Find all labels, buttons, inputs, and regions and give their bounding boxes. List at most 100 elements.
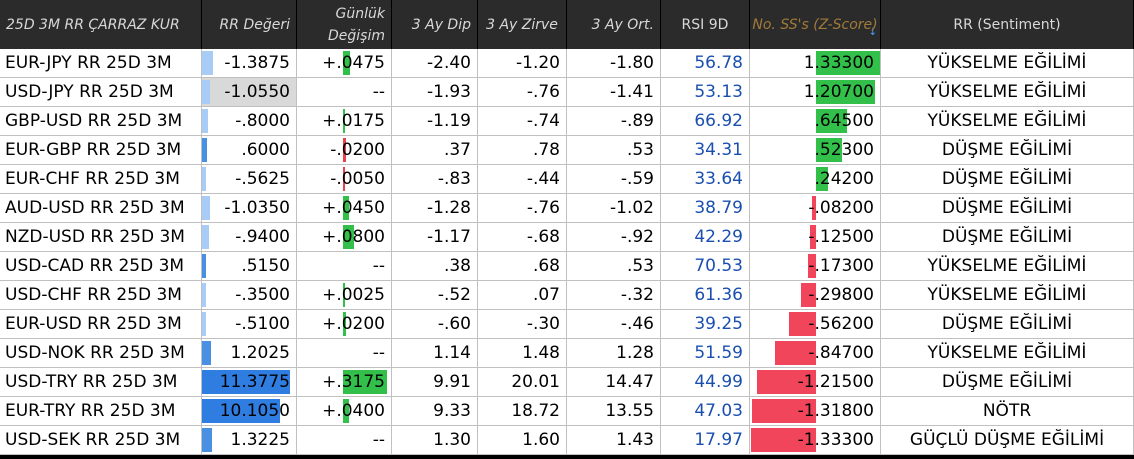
cell-pair[interactable]: EUR-JPY RR 25D 3M [0, 49, 202, 78]
cell-high-value: -.68 [526, 227, 560, 247]
cell-avg-value: 13.55 [605, 401, 654, 421]
header-sent[interactable]: RR (Sentiment) [881, 0, 1134, 49]
cell-rsi: 70.53 [661, 252, 750, 281]
header-z[interactable]: No. SS's (Z-Score) ↓ [750, 0, 881, 49]
cell-pair[interactable]: USD-CHF RR 25D 3M [0, 281, 202, 310]
cell-rr: 10.1050 [202, 397, 297, 426]
cell-low-value: 1.14 [433, 343, 471, 363]
cell-pair[interactable]: USD-JPY RR 25D 3M [0, 78, 202, 107]
cell-pair-value: USD-CAD RR 25D 3M [5, 256, 185, 276]
cell-avg: -1.02 [567, 194, 661, 223]
cell-pair[interactable]: AUD-USD RR 25D 3M [0, 194, 202, 223]
cell-sent-value: YÜKSELME EĞİLİMİ [927, 256, 1087, 276]
rr-bar [202, 341, 211, 365]
cell-pair-value: GBP-USD RR 25D 3M [5, 111, 183, 131]
cell-rr: -.8000 [202, 107, 297, 136]
cell-pair[interactable]: EUR-USD RR 25D 3M [0, 310, 202, 339]
rr-bar [202, 254, 206, 278]
header-label: 3 Ay Dip [411, 16, 471, 33]
cell-sent: DÜŞME EĞİLİMİ [881, 368, 1134, 397]
cell-avg: -1.80 [567, 49, 661, 78]
header-rsi[interactable]: RSI 9D [661, 0, 750, 49]
header-high[interactable]: 3 Ay Zirve [478, 0, 567, 49]
cell-low: -2.40 [392, 49, 478, 78]
header-label: 3 Ay Zirve [486, 16, 558, 33]
cell-sent-value: DÜŞME EĞİLİMİ [941, 314, 1073, 334]
cell-sent: YÜKSELME EĞİLİMİ [881, 49, 1134, 78]
cell-z-value: .52300 [814, 140, 874, 160]
cell-avg: .53 [567, 136, 661, 165]
cell-avg-value: -1.80 [610, 53, 654, 73]
header-avg[interactable]: 3 Ay Ort. [567, 0, 661, 49]
cell-rr-value: 10.1050 [219, 401, 290, 421]
cell-z: .52300 [750, 136, 881, 165]
cell-sent: DÜŞME EĞİLİMİ [881, 194, 1134, 223]
cell-pair-value: EUR-GBP RR 25D 3M [5, 140, 182, 160]
cell-sent: YÜKSELME EĞİLİMİ [881, 281, 1134, 310]
cell-z-value: -.29800 [808, 285, 874, 305]
cell-high-value: 1.60 [522, 430, 560, 450]
cell-chg: +.3175 [297, 368, 392, 397]
cell-high-value: .07 [532, 285, 560, 305]
cell-rr: .6000 [202, 136, 297, 165]
cell-high: .68 [478, 252, 567, 281]
cell-z-value: -1.31800 [797, 401, 874, 421]
cell-pair[interactable]: EUR-TRY RR 25D 3M [0, 397, 202, 426]
cell-z: 1.33300 [750, 49, 881, 78]
cell-avg-value: -.59 [620, 169, 654, 189]
cell-z-value: 1.33300 [803, 53, 874, 73]
cell-pair[interactable]: USD-TRY RR 25D 3M [0, 368, 202, 397]
cell-z-value: -1.21500 [797, 372, 874, 392]
header-label: 3 Ay Ort. [591, 16, 654, 33]
cell-sent-value: DÜŞME EĞİLİMİ [941, 169, 1073, 189]
cell-sent: DÜŞME EĞİLİMİ [881, 223, 1134, 252]
cell-chg: -.0200 [297, 136, 392, 165]
cell-rr: -.3500 [202, 281, 297, 310]
cell-low-value: -1.17 [427, 227, 471, 247]
header-low[interactable]: 3 Ay Dip [392, 0, 478, 49]
cell-chg-value: -- [372, 430, 385, 450]
header-label: RSI 9D [681, 16, 729, 33]
cell-chg-value: +.0025 [322, 285, 385, 305]
cell-pair[interactable]: USD-SEK RR 25D 3M [0, 426, 202, 455]
cell-z: -.29800 [750, 281, 881, 310]
cell-high-value: 20.01 [511, 372, 560, 392]
cell-low-value: -.52 [437, 285, 471, 305]
cell-low-value: -.60 [437, 314, 471, 334]
cell-avg-value: -.32 [620, 285, 654, 305]
cell-chg-value: -- [372, 82, 385, 102]
cell-high: -.74 [478, 107, 567, 136]
cell-chg-value: -- [372, 343, 385, 363]
cell-pair[interactable]: EUR-GBP RR 25D 3M [0, 136, 202, 165]
cell-pair[interactable]: USD-NOK RR 25D 3M [0, 339, 202, 368]
cell-rsi-value: 42.29 [694, 227, 743, 247]
cell-high: -.76 [478, 78, 567, 107]
cell-chg-value: -- [372, 256, 385, 276]
cell-rr: 11.3775 [202, 368, 297, 397]
cell-pair[interactable]: GBP-USD RR 25D 3M [0, 107, 202, 136]
cell-rr: -1.0350 [202, 194, 297, 223]
cell-chg-value: +.0800 [322, 227, 385, 247]
cell-pair[interactable]: NZD-USD RR 25D 3M [0, 223, 202, 252]
cell-rr-value: 1.3225 [230, 430, 290, 450]
header-chg[interactable]: Günlük Değişim [297, 0, 392, 49]
header-pair[interactable]: 25D 3M RR ÇARRAZ KUR [0, 0, 202, 49]
cell-z-value: -.17300 [808, 256, 874, 276]
cell-pair-value: AUD-USD RR 25D 3M [5, 198, 185, 218]
cell-sent-value: DÜŞME EĞİLİMİ [941, 227, 1073, 247]
cell-avg: 13.55 [567, 397, 661, 426]
cell-rsi: 33.64 [661, 165, 750, 194]
cell-avg: -.92 [567, 223, 661, 252]
cell-z-value: .64500 [814, 111, 874, 131]
cell-sent-value: DÜŞME EĞİLİMİ [941, 140, 1073, 160]
cell-low: -.60 [392, 310, 478, 339]
cell-pair-value: EUR-TRY RR 25D 3M [5, 401, 176, 421]
header-rr[interactable]: RR Değeri [202, 0, 297, 49]
cell-z-value: -.12500 [808, 227, 874, 247]
cell-pair[interactable]: USD-CAD RR 25D 3M [0, 252, 202, 281]
cell-pair-value: USD-NOK RR 25D 3M [5, 343, 185, 363]
cell-pair[interactable]: EUR-CHF RR 25D 3M [0, 165, 202, 194]
cell-avg-value: 1.28 [616, 343, 654, 363]
cell-sent: GÜÇLÜ DÜŞME EĞİLİMİ [881, 426, 1134, 455]
cell-z: -.08200 [750, 194, 881, 223]
